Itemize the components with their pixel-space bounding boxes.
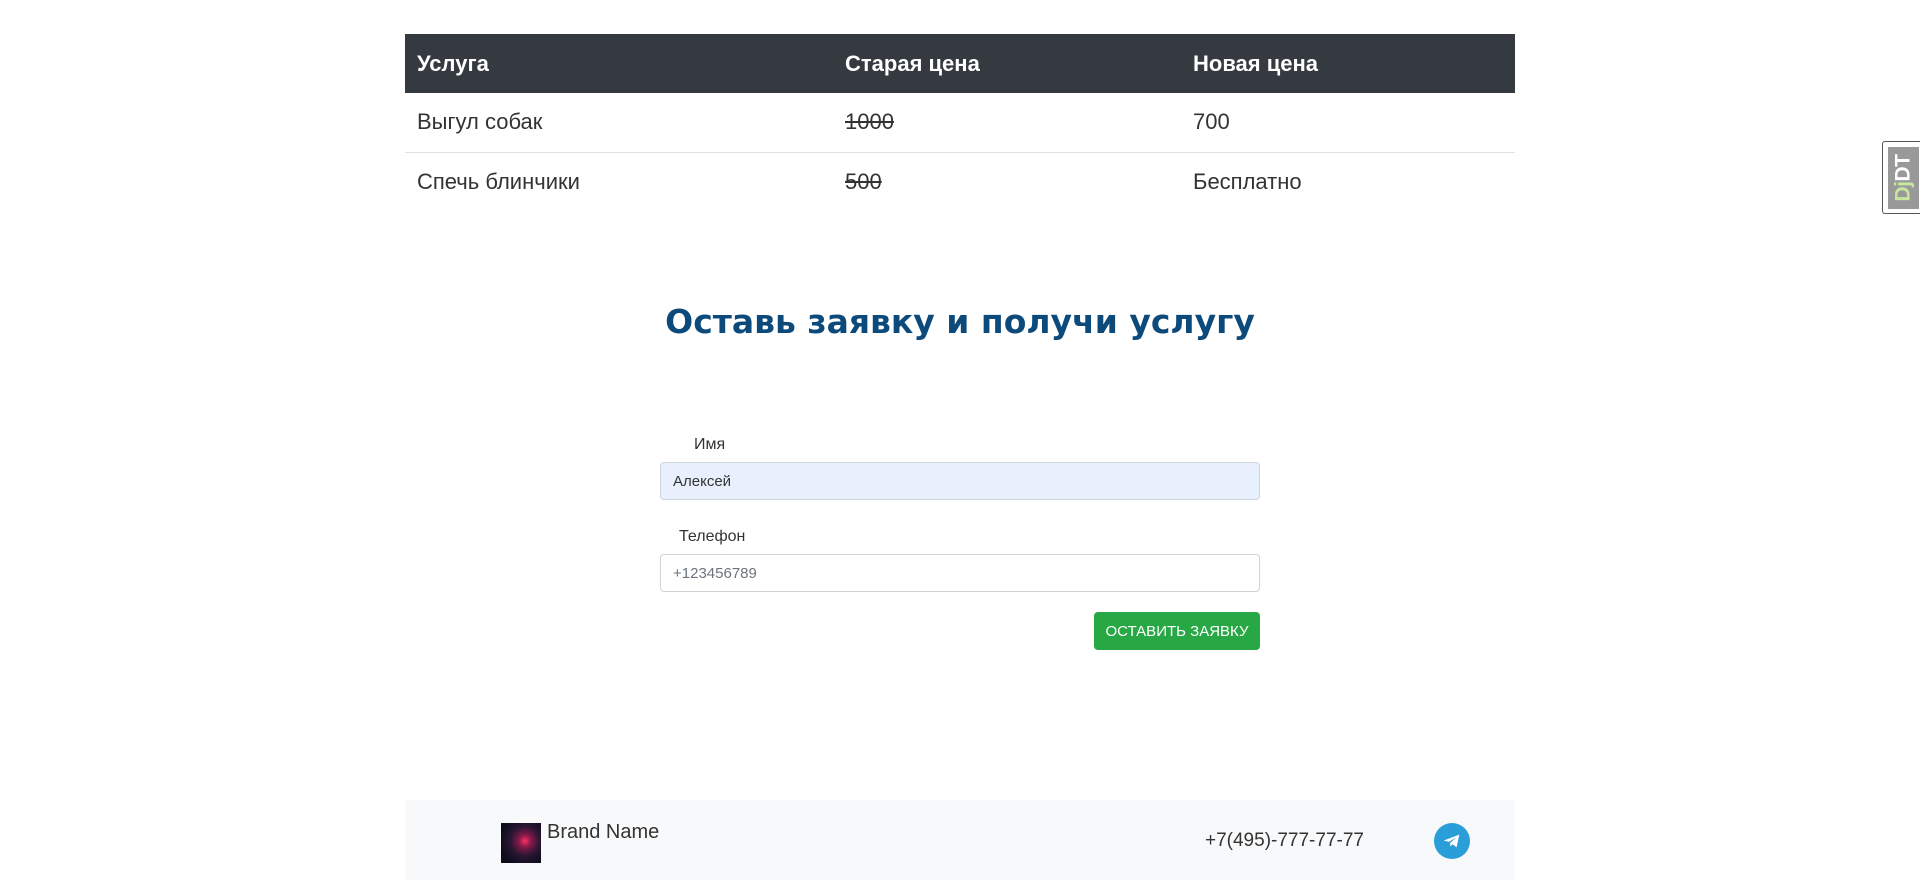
phone-label: Телефон [679,528,746,545]
header-service: Услуга [405,34,833,93]
section-title: Оставь заявку и получи услугу [665,302,1255,341]
brand-link[interactable]: Brand Name [501,820,660,863]
telegram-icon[interactable] [1434,823,1470,859]
new-price-cell: 700 [1181,93,1515,153]
brand-logo [501,823,541,863]
header-old-price: Старая цена [833,34,1181,93]
old-price-cell: 1000 [833,93,1181,153]
brand-name: Brand Name [547,820,660,843]
table-header-row: Услуга Старая цена Новая цена [405,34,1515,93]
request-form: Имя Телефон ОСТАВИТЬ ЗАЯВКУ [660,436,1260,650]
telegram-plane-icon [1443,834,1460,848]
header-new-price: Новая цена [1181,34,1515,93]
name-label: Имя [694,436,726,453]
new-price-cell: Бесплатно [1193,168,1302,194]
old-price-cell: 500 [833,152,1181,211]
table-row: Выгул собак 1000 700 [405,93,1515,153]
phone-input[interactable] [660,554,1260,592]
price-table: Услуга Старая цена Новая цена Выгул соба… [405,34,1515,211]
footer: Brand Name +7(495)-777-77-77 [405,800,1515,880]
djdt-toolbar-handle[interactable]: DjDT [1882,141,1920,214]
service-cell: Спечь блинчики [417,168,580,194]
footer-phone[interactable]: +7(495)-777-77-77 [1205,830,1364,852]
name-input[interactable] [660,462,1260,500]
old-price: 500 [845,168,882,194]
service-cell: Выгул собак [405,93,833,153]
table-row: Спечь блинчики 500 Бесплатно [405,152,1515,211]
djdt-logo: DjDT [1888,147,1919,209]
old-price: 1000 [845,109,894,135]
djdt-label-dt: DT [1891,154,1915,182]
djdt-label-dj: Dj [1891,181,1915,202]
submit-button[interactable]: ОСТАВИТЬ ЗАЯВКУ [1094,612,1260,650]
